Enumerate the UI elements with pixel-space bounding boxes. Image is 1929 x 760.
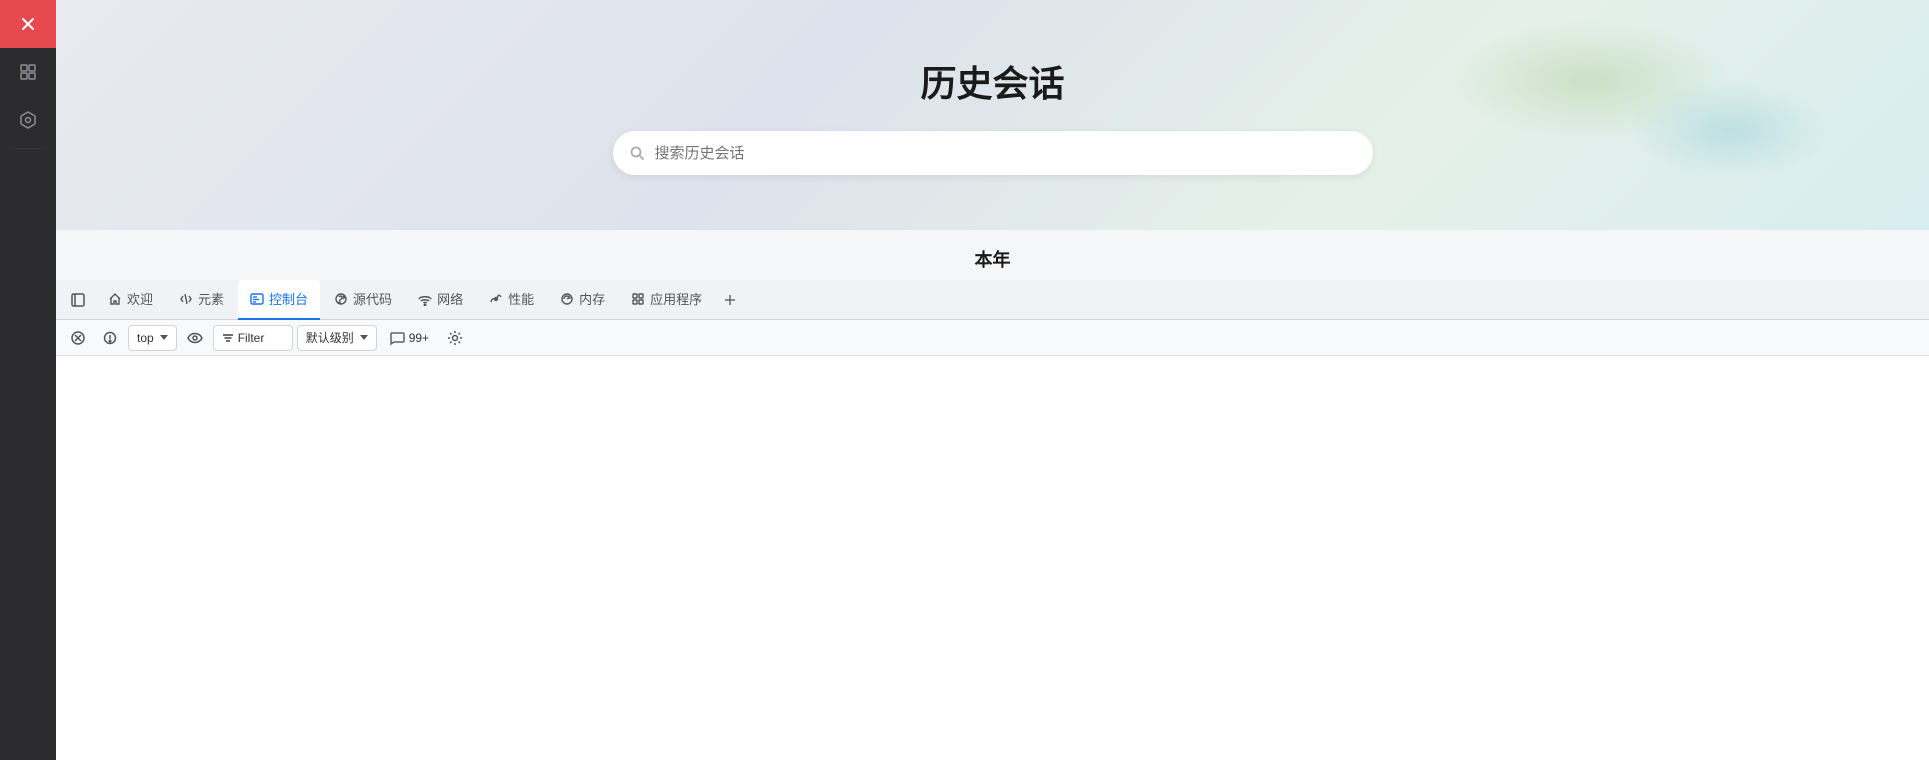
log-level-selector[interactable]: 默认级别 — [297, 325, 377, 351]
decorative-blob-2 — [1629, 80, 1829, 180]
filter-input[interactable]: Filter — [213, 325, 293, 351]
tab-sources[interactable]: 源代码 — [322, 280, 404, 320]
search-icon — [629, 145, 645, 161]
devtools-panel: 欢迎 元素 控制台 — [56, 280, 1929, 760]
tab-elements-label: 元素 — [198, 289, 224, 308]
devtools-tab-bar: 欢迎 元素 控制台 — [56, 280, 1929, 320]
console-settings-button[interactable] — [441, 324, 469, 352]
tab-console-label: 控制台 — [269, 289, 308, 308]
tab-network-label: 网络 — [437, 289, 463, 308]
context-selector-chevron — [160, 335, 168, 340]
sidebar-divider — [12, 148, 44, 149]
tab-welcome[interactable]: 欢迎 — [96, 280, 165, 320]
year-label: 本年 — [56, 230, 1929, 280]
tab-performance[interactable]: 性能 — [477, 280, 546, 320]
clear-console-button[interactable] — [64, 324, 92, 352]
tab-welcome-label: 欢迎 — [127, 289, 153, 308]
message-count-label: 99+ — [409, 331, 429, 345]
tab-add-button[interactable] — [716, 286, 744, 314]
history-title: 历史会话 — [920, 55, 1064, 107]
sidebar-icon-layers[interactable] — [0, 48, 56, 96]
devtools-toolbar: top Filter 默认级别 — [56, 320, 1929, 356]
eye-button[interactable] — [181, 324, 209, 352]
tab-application-label: 应用程序 — [650, 289, 702, 308]
history-panel: 历史会话 — [56, 0, 1929, 230]
message-bubble-icon — [389, 330, 405, 346]
tab-performance-label: 性能 — [508, 289, 534, 308]
preserve-log-button[interactable] — [96, 324, 124, 352]
tab-elements[interactable]: 元素 — [167, 280, 236, 320]
log-level-label: 默认级别 — [306, 329, 354, 346]
tab-console[interactable]: 控制台 — [238, 280, 320, 320]
context-selector-label: top — [137, 331, 154, 345]
tab-memory[interactable]: 内存 — [548, 280, 617, 320]
history-search-bar — [613, 131, 1373, 175]
tab-sources-label: 源代码 — [353, 289, 392, 308]
history-search-input[interactable] — [655, 145, 1357, 162]
close-button[interactable] — [0, 0, 56, 48]
tab-memory-label: 内存 — [579, 289, 605, 308]
tab-network[interactable]: 网络 — [406, 280, 475, 320]
console-content — [56, 356, 1929, 760]
main-area: 历史会话 本年 — [56, 0, 1929, 760]
toggle-sidebar-icon[interactable] — [64, 286, 92, 314]
context-selector[interactable]: top — [128, 325, 177, 351]
filter-label: Filter — [238, 331, 265, 345]
log-level-chevron — [360, 335, 368, 340]
message-count: 99+ — [381, 325, 437, 351]
sidebar — [0, 0, 56, 760]
tab-application[interactable]: 应用程序 — [619, 280, 714, 320]
sidebar-icon-hexagon[interactable] — [0, 96, 56, 144]
